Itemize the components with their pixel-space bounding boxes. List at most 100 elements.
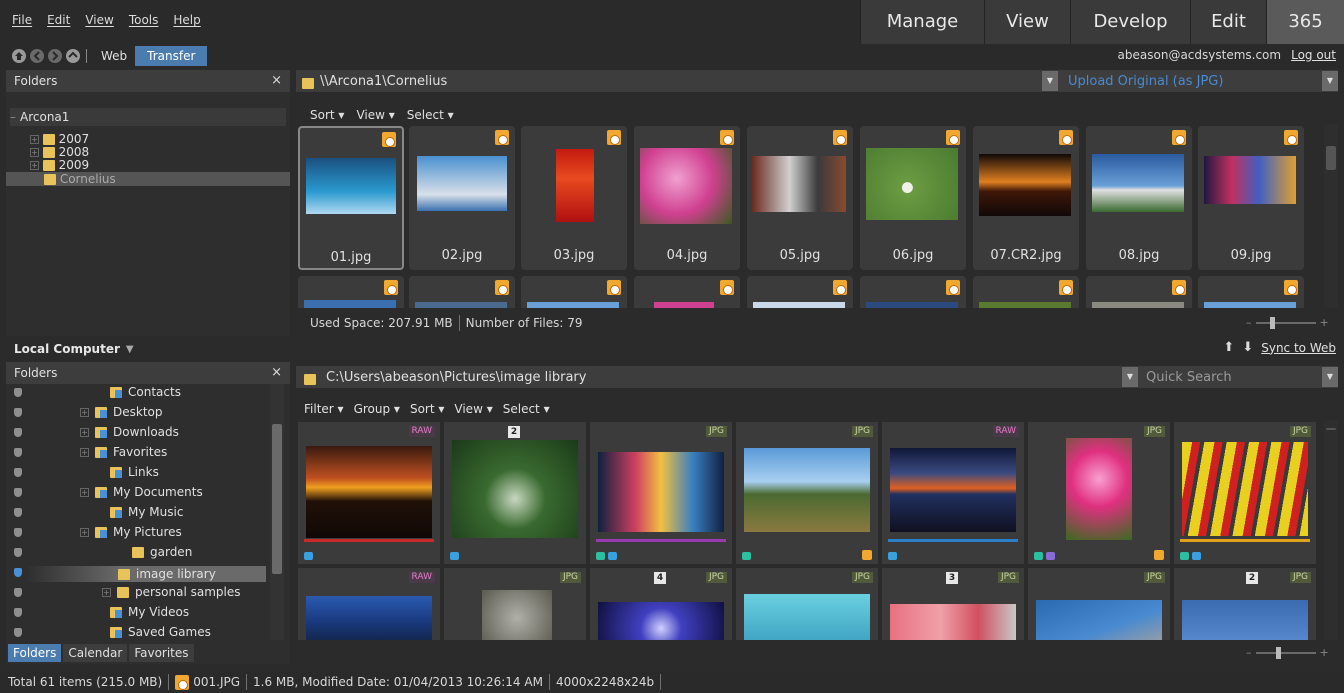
tree-item-2008[interactable]: + 2008 <box>30 146 89 158</box>
pin-icon[interactable] <box>14 468 22 477</box>
tab-web[interactable]: Web <box>93 49 135 63</box>
thumbnail[interactable]: 01.jpg <box>298 126 404 270</box>
local-tree-item[interactable]: + Downloads <box>80 426 179 438</box>
expander-icon[interactable]: + <box>80 528 89 537</box>
mode-manage[interactable]: Manage <box>860 0 984 44</box>
path-dropdown-button[interactable]: ▼ <box>1042 71 1058 91</box>
view-menu[interactable]: View ▾ <box>356 108 394 122</box>
up-icon[interactable] <box>66 49 80 63</box>
pin-icon[interactable] <box>14 528 22 537</box>
tab-transfer[interactable]: Transfer <box>135 46 208 66</box>
sort-menu[interactable]: Sort ▾ <box>410 402 444 416</box>
sync-to-web-link[interactable]: Sync to Web <box>1261 341 1336 355</box>
thumbnail[interactable]: JPG <box>1174 422 1316 564</box>
local-zoom-slider[interactable]: – + <box>1246 646 1329 659</box>
pin-icon[interactable] <box>14 588 22 597</box>
logout-link[interactable]: Log out <box>1291 48 1336 62</box>
mode-view[interactable]: View <box>984 0 1070 44</box>
thumbnail[interactable]: 2 JPG <box>1174 568 1316 640</box>
local-tree-item[interactable]: + Desktop <box>80 406 163 418</box>
upload-dropdown-button[interactable]: ▼ <box>1322 71 1338 91</box>
pin-icon[interactable] <box>14 428 22 437</box>
thumbnail[interactable]: JPG <box>590 422 732 564</box>
tab-favorites[interactable]: Favorites <box>129 644 194 662</box>
pin-icon[interactable] <box>14 628 22 637</box>
upload-option[interactable]: Upload Original (as JPG) <box>1068 74 1223 89</box>
menu-help[interactable]: Help <box>173 13 200 27</box>
thumbnail[interactable]: 2 <box>444 422 586 564</box>
select-menu[interactable]: Select ▾ <box>503 402 550 416</box>
thumbnail[interactable]: 4 JPG <box>590 568 732 640</box>
thumbnail[interactable] <box>409 276 515 308</box>
thumbnail[interactable]: 02.jpg <box>409 126 515 270</box>
thumbnail[interactable]: 03.jpg <box>521 126 627 270</box>
thumbnail[interactable]: JPG <box>1028 422 1170 564</box>
menu-view[interactable]: View <box>85 13 113 27</box>
thumbnail[interactable]: JPG <box>444 568 586 640</box>
thumbnail[interactable]: 08.jpg <box>1086 126 1192 270</box>
quick-search-input[interactable]: Quick Search <box>1146 370 1232 385</box>
pin-icon[interactable] <box>14 608 22 617</box>
pin-icon[interactable] <box>14 488 22 497</box>
tab-calendar[interactable]: Calendar <box>63 644 128 662</box>
upload-arrow-icon[interactable]: ⬆ <box>1223 340 1234 355</box>
pin-icon[interactable] <box>14 548 22 557</box>
thumbnail[interactable] <box>298 276 404 308</box>
remote-zoom-slider[interactable]: – + <box>1246 316 1329 329</box>
thumbnail[interactable]: 3 JPG <box>882 568 1024 640</box>
menu-file[interactable]: File <box>12 13 32 27</box>
thumbnail[interactable]: 05.jpg <box>747 126 853 270</box>
filter-menu[interactable]: Filter ▾ <box>304 402 344 416</box>
local-tree-item[interactable]: garden <box>132 546 192 558</box>
mode-365[interactable]: 365 <box>1266 0 1344 44</box>
thumbnail[interactable]: JPG <box>736 422 878 564</box>
local-tree-item[interactable]: My Videos <box>110 606 189 618</box>
local-folders-scrollbar[interactable] <box>270 384 284 640</box>
pin-icon[interactable] <box>14 508 22 517</box>
pin-icon[interactable] <box>14 388 22 397</box>
thumbnail[interactable]: RAW <box>298 422 440 564</box>
thumbnail[interactable]: JPG <box>1028 568 1170 640</box>
local-tree-item[interactable]: + Favorites <box>80 446 167 458</box>
tree-item-2009[interactable]: + 2009 <box>30 159 89 171</box>
pin-icon[interactable] <box>14 568 22 577</box>
menu-tools[interactable]: Tools <box>129 13 159 27</box>
local-tree-item[interactable]: image library <box>26 566 266 582</box>
local-tree-item[interactable]: Saved Games <box>110 626 211 638</box>
expander-icon[interactable]: + <box>80 448 89 457</box>
thumbnail[interactable]: 07.CR2.jpg <box>973 126 1079 270</box>
menu-edit[interactable]: Edit <box>47 13 70 27</box>
download-arrow-icon[interactable]: ⬇ <box>1242 340 1253 355</box>
local-tree-item[interactable]: + My Pictures <box>80 526 182 538</box>
group-menu[interactable]: Group ▾ <box>354 402 400 416</box>
local-tree-item[interactable]: Links <box>110 466 159 478</box>
tree-item-cornelius[interactable]: Cornelius <box>6 172 290 186</box>
thumbnail[interactable] <box>860 276 966 308</box>
expander-icon[interactable]: + <box>80 428 89 437</box>
thumbnail[interactable]: 06.jpg <box>860 126 966 270</box>
expander-icon[interactable]: + <box>80 408 89 417</box>
back-icon[interactable] <box>30 49 44 63</box>
pin-icon[interactable] <box>14 448 22 457</box>
local-tree-item[interactable]: + personal samples <box>102 586 241 598</box>
local-tree-item[interactable]: + My Documents <box>80 486 203 498</box>
thumbnail[interactable] <box>973 276 1079 308</box>
pin-icon[interactable] <box>14 408 22 417</box>
thumbnail[interactable] <box>521 276 627 308</box>
remote-scrollbar[interactable] <box>1324 124 1338 308</box>
select-menu[interactable]: Select ▾ <box>407 108 454 122</box>
mode-develop[interactable]: Develop <box>1070 0 1190 44</box>
local-scrollbar[interactable] <box>1324 420 1338 640</box>
thumbnail[interactable] <box>1086 276 1192 308</box>
tree-item-2007[interactable]: + 2007 <box>30 133 89 145</box>
expander-icon[interactable]: + <box>80 488 89 497</box>
expander-icon[interactable]: + <box>102 588 111 597</box>
thumbnail[interactable] <box>747 276 853 308</box>
mode-edit[interactable]: Edit <box>1190 0 1266 44</box>
sort-menu[interactable]: Sort ▾ <box>310 108 344 122</box>
thumbnail[interactable] <box>634 276 740 308</box>
thumbnail[interactable]: RAW <box>882 422 1024 564</box>
home-icon[interactable] <box>12 49 26 63</box>
view-menu[interactable]: View ▾ <box>454 402 492 416</box>
local-computer-header[interactable]: Local Computer ▼ <box>14 342 134 356</box>
